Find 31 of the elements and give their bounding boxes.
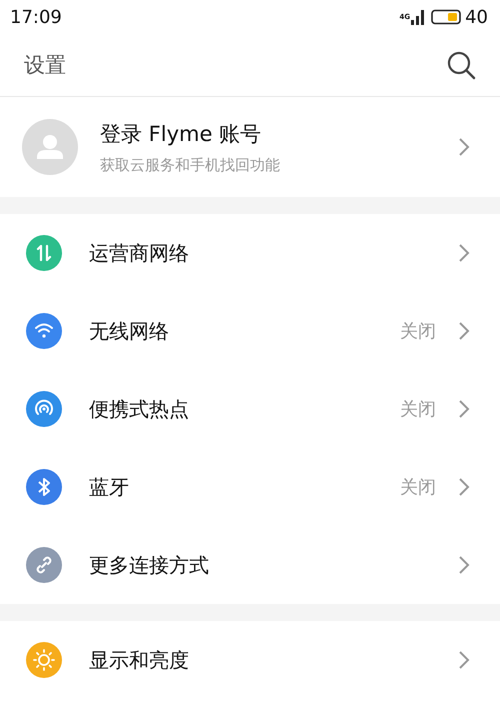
row-value: 关闭	[400, 398, 436, 421]
settings-row[interactable]: 无线网络 关闭	[0, 292, 500, 370]
chevron-icon	[458, 650, 470, 670]
battery-level: 40	[465, 6, 488, 28]
battery-icon	[431, 9, 462, 25]
settings-row[interactable]: 蓝牙 关闭	[0, 448, 500, 526]
settings-row[interactable]: 显示和亮度	[0, 621, 500, 699]
row-label: 显示和亮度	[89, 646, 190, 674]
account-subtitle: 获取云服务和手机找回功能	[100, 156, 281, 174]
row-label: 蓝牙	[89, 474, 130, 500]
row-label: 无线网络	[89, 318, 170, 344]
account-title: 登录 Flyme 账号	[100, 120, 262, 148]
row-value: 关闭	[400, 320, 436, 343]
row-label: 运营商网络	[89, 240, 190, 266]
row-label: 便携式热点	[89, 396, 190, 422]
row-value: 关闭	[400, 476, 436, 499]
row-label: 更多连接方式	[89, 552, 210, 578]
chevron-icon	[458, 321, 470, 341]
page-title: 设置	[24, 52, 66, 79]
status-time: 17:09	[10, 6, 62, 28]
avatar-icon	[22, 119, 78, 175]
chevron-icon	[458, 243, 470, 263]
chevron-icon	[458, 477, 470, 497]
search-icon[interactable]	[446, 50, 476, 80]
chevron-icon	[458, 137, 470, 157]
chevron-icon	[458, 555, 470, 575]
chevron-icon	[458, 399, 470, 419]
settings-row[interactable]: 更多连接方式	[0, 526, 500, 604]
account-row[interactable]: 登录 Flyme 账号 获取云服务和手机找回功能	[0, 97, 500, 197]
settings-row[interactable]: 运营商网络	[0, 214, 500, 292]
settings-row[interactable]: 便携式热点 关闭	[0, 370, 500, 448]
